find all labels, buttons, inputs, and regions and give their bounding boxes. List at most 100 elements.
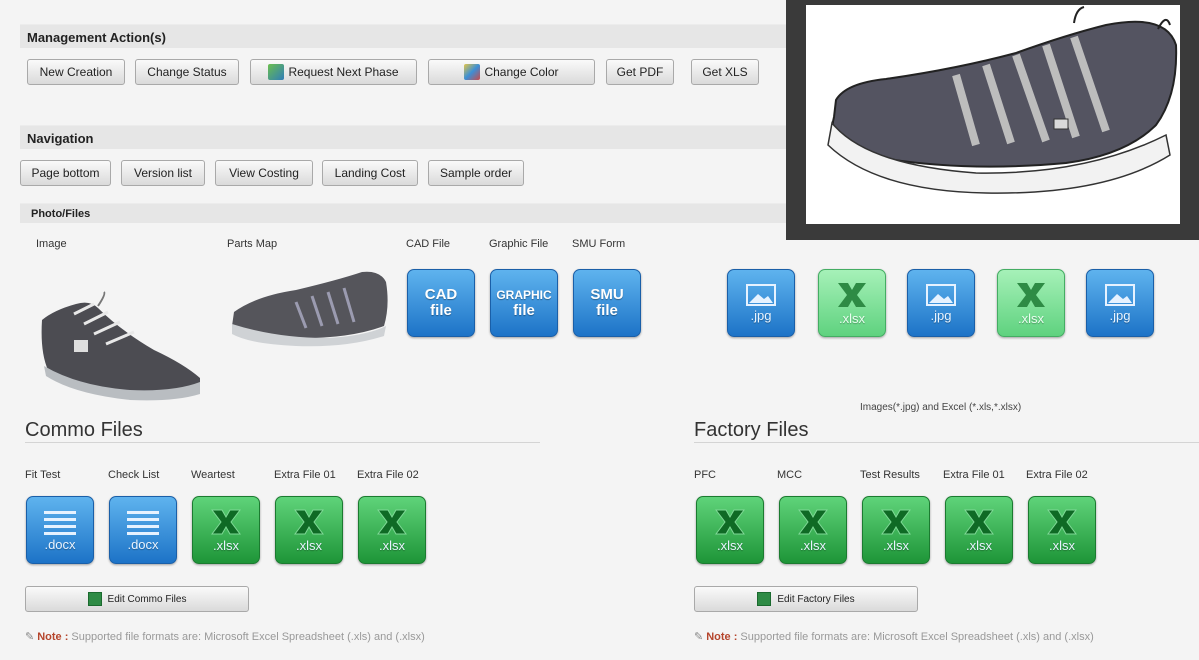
cad-file-tile[interactable]: CAD file — [407, 269, 475, 337]
edit-factory-files-button[interactable]: Edit Factory Files — [694, 586, 918, 612]
image-preview-overlay — [786, 0, 1199, 240]
mcc-tile[interactable]: .xlsx — [779, 496, 847, 564]
excel-icon — [715, 509, 745, 534]
get-xls-button[interactable]: Get XLS — [691, 59, 759, 85]
factory-note-label: Note : — [706, 630, 738, 643]
commo-note-label: Note : — [37, 630, 69, 643]
jpg-ext-3: .jpg — [1109, 307, 1131, 323]
factory-extra-02-ext: .xlsx — [1049, 537, 1075, 553]
factory-note: ✎ Note : Supported file formats are: Mic… — [694, 630, 1094, 644]
commo-extra-01-ext: .xlsx — [296, 537, 322, 553]
weartest-tile[interactable]: .xlsx — [192, 496, 260, 564]
view-costing-label: View Costing — [229, 166, 299, 180]
graphic-file-tile[interactable]: GRAPHIC file — [490, 269, 558, 337]
change-status-button[interactable]: Change Status — [135, 59, 239, 85]
test-results-ext: .xlsx — [883, 537, 909, 553]
sample-order-label: Sample order — [439, 166, 513, 180]
weartest-ext: .xlsx — [213, 537, 239, 553]
shoe-sketch-preview[interactable] — [806, 5, 1180, 224]
excel-icon — [964, 509, 994, 534]
change-color-button[interactable]: Change Color — [428, 59, 595, 85]
page-bottom-button[interactable]: Page bottom — [20, 160, 111, 186]
pfc-tile[interactable]: .xlsx — [696, 496, 764, 564]
check-list-tile[interactable]: .docx — [109, 496, 177, 564]
mcc-label: MCC — [777, 469, 803, 481]
jpg-ext-2: .jpg — [930, 307, 952, 323]
image-icon — [1105, 283, 1135, 306]
check-list-ext: .docx — [127, 536, 159, 552]
photo-files-header: Photo/Files — [20, 203, 810, 223]
image-label: Image — [36, 238, 67, 250]
excel-icon — [838, 282, 866, 307]
smu-form-label: SMU Form — [572, 238, 626, 250]
test-results-tile[interactable]: .xlsx — [862, 496, 930, 564]
mcc-ext: .xlsx — [800, 537, 826, 553]
phase-icon — [268, 64, 285, 80]
factory-extra-01-ext: .xlsx — [966, 537, 992, 553]
new-creation-button[interactable]: New Creation — [27, 59, 125, 85]
pfc-ext: .xlsx — [717, 537, 743, 553]
request-next-phase-button[interactable]: Request Next Phase — [250, 59, 417, 85]
shoe-image[interactable] — [34, 290, 206, 405]
document-icon — [44, 510, 76, 535]
commo-extra-file-01-tile[interactable]: .xlsx — [275, 496, 343, 564]
version-list-label: Version list — [133, 166, 193, 180]
excel-icon — [798, 509, 828, 534]
edit-commo-files-label: Edit Commo Files — [107, 593, 187, 605]
excel-icon — [881, 509, 911, 534]
xlsx-file-tile-2[interactable]: .xlsx — [997, 269, 1065, 337]
navigation-header: Navigation — [20, 125, 810, 149]
excel-icon — [757, 592, 772, 606]
jpg-ext-1: .jpg — [750, 307, 772, 323]
fit-test-ext: .docx — [44, 536, 76, 552]
fit-test-tile[interactable]: .docx — [26, 496, 94, 564]
excel-icon — [1047, 509, 1077, 534]
view-costing-button[interactable]: View Costing — [215, 160, 313, 186]
factory-extra-file-01-tile[interactable]: .xlsx — [945, 496, 1013, 564]
excel-icon — [211, 509, 241, 534]
graphic-file-label: Graphic File — [489, 238, 549, 250]
management-actions-header: Management Action(s) — [20, 24, 810, 48]
parts-map-label: Parts Map — [227, 238, 278, 250]
graphic-sub: file — [513, 302, 535, 319]
factory-extra-file-02-tile[interactable]: .xlsx — [1028, 496, 1096, 564]
document-icon — [127, 510, 159, 535]
page-bottom-label: Page bottom — [31, 166, 100, 180]
commo-note-text: Supported file formats are: Microsoft Ex… — [71, 630, 425, 643]
xlsx-file-tile-1[interactable]: .xlsx — [818, 269, 886, 337]
parts-map-image[interactable] — [226, 266, 392, 353]
commo-extra-file-02-tile[interactable]: .xlsx — [358, 496, 426, 564]
commo-extra-02-ext: .xlsx — [379, 537, 405, 553]
version-list-button[interactable]: Version list — [121, 160, 205, 186]
factory-note-text: Supported file formats are: Microsoft Ex… — [740, 630, 1094, 643]
jpg-file-tile-1[interactable]: .jpg — [727, 269, 795, 337]
factory-divider — [694, 442, 1199, 443]
sample-order-button[interactable]: Sample order — [428, 160, 524, 186]
smu-sub: file — [596, 302, 618, 319]
get-xls-label: Get XLS — [702, 65, 748, 79]
test-results-label: Test Results — [860, 469, 920, 481]
pencil-icon: ✎ — [25, 631, 35, 643]
image-icon — [926, 283, 956, 306]
commo-extra-file-02-label: Extra File 02 — [357, 469, 419, 481]
new-creation-label: New Creation — [39, 65, 113, 79]
edit-commo-files-button[interactable]: Edit Commo Files — [25, 586, 249, 612]
get-pdf-button[interactable]: Get PDF — [606, 59, 674, 85]
excel-icon — [294, 509, 324, 534]
pfc-label: PFC — [694, 469, 716, 481]
change-color-label: Change Color — [484, 65, 559, 79]
request-next-phase-label: Request Next Phase — [288, 65, 399, 79]
smu-word: SMU — [590, 286, 624, 303]
palette-icon — [464, 64, 481, 80]
landing-cost-button[interactable]: Landing Cost — [322, 160, 418, 186]
cad-file-label: CAD File — [406, 238, 451, 250]
jpg-file-tile-3[interactable]: .jpg — [1086, 269, 1154, 337]
xlsx-ext-1: .xlsx — [839, 310, 865, 326]
xlsx-ext-2: .xlsx — [1018, 310, 1044, 326]
pencil-icon: ✎ — [694, 631, 704, 643]
excel-icon — [1017, 282, 1045, 307]
fit-test-label: Fit Test — [25, 469, 61, 481]
jpg-file-tile-2[interactable]: .jpg — [907, 269, 975, 337]
smu-form-tile[interactable]: SMU file — [573, 269, 641, 337]
landing-cost-label: Landing Cost — [334, 166, 406, 180]
